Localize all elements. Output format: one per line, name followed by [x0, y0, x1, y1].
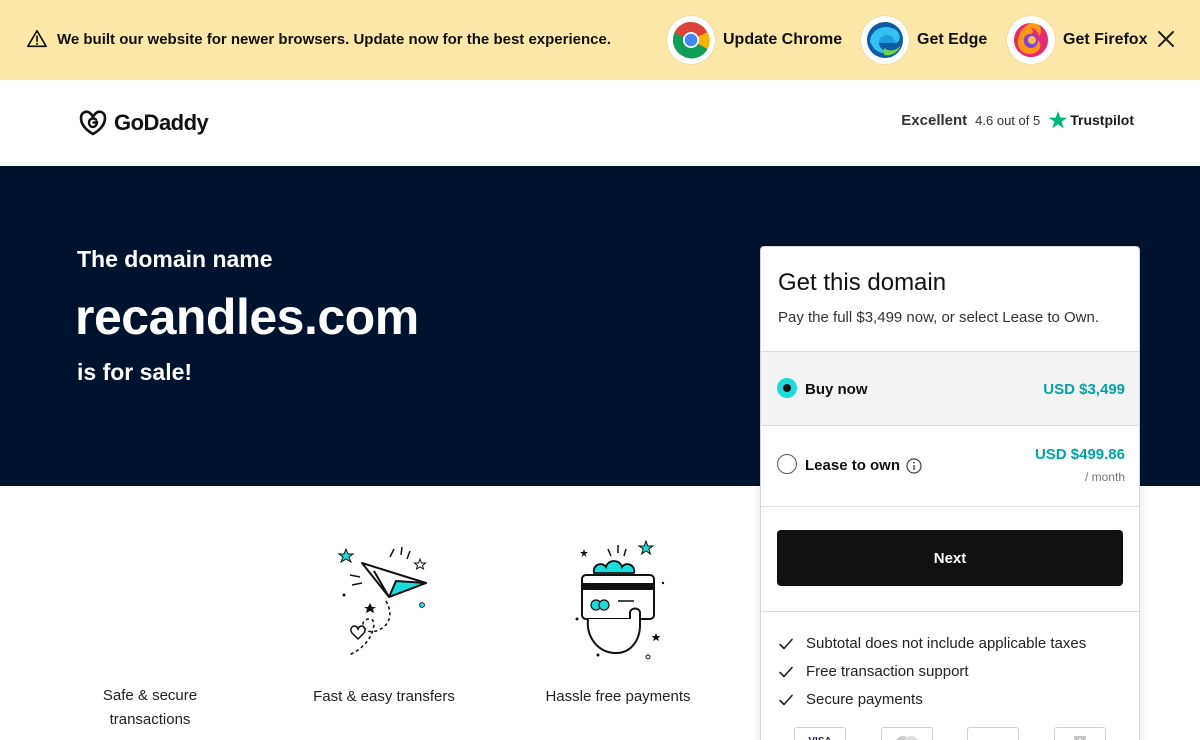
bank-icon [1054, 727, 1106, 740]
divider [761, 506, 1139, 507]
domain-name: recandles.com [75, 289, 419, 345]
lease-to-own-label: Lease to own [805, 457, 922, 474]
firefox-icon [1007, 16, 1055, 64]
feature-fast-transfers: Fast & easy transfers [304, 535, 464, 709]
next-button[interactable]: Next [777, 530, 1123, 586]
feature-label: Safe & secure transactions [102, 687, 198, 728]
update-chrome-link[interactable]: Update Chrome [667, 16, 842, 64]
lease-to-own-text: Lease to own [805, 457, 901, 474]
bullet-text: Secure payments [806, 691, 923, 708]
chrome-icon [667, 16, 715, 64]
bullet-text: Free transaction support [806, 663, 969, 680]
visa-icon: VISA [794, 727, 846, 740]
trustpilot-star-icon [1048, 111, 1068, 129]
check-icon [779, 638, 793, 649]
feature-safe-secure: Safe & secure transactions [75, 540, 225, 732]
godaddy-logo-icon [79, 110, 107, 136]
info-icon[interactable] [906, 458, 922, 474]
mastercard-icon [881, 727, 933, 740]
purchase-card: Get this domain Pay the full $3,499 now,… [760, 246, 1140, 740]
buy-now-label: Buy now [805, 381, 868, 398]
godaddy-logo[interactable]: GoDaddy [78, 108, 209, 138]
lease-price: USD $499.86 [1034, 446, 1125, 463]
divider [761, 611, 1139, 612]
feature-label: Fast & easy transfers [313, 688, 455, 705]
shield-icon [75, 540, 225, 684]
option-lease-to-own[interactable]: Lease to own USD $499.86 / month [761, 425, 1139, 506]
option-buy-now[interactable]: Buy now USD $3,499 [761, 351, 1139, 425]
card-subtitle: Pay the full $3,499 now, or select Lease… [778, 309, 1100, 326]
update-chrome-label: Update Chrome [723, 31, 843, 48]
banner-message: We built our website for newer browsers.… [26, 28, 611, 50]
warning-icon [27, 29, 47, 48]
buy-now-radio[interactable] [777, 378, 797, 398]
buy-now-price: USD $3,499 [1043, 381, 1125, 398]
get-firefox-link[interactable]: Get Firefox [1007, 16, 1147, 64]
hero-kicker: The domain name [77, 246, 273, 272]
bullet-secure: Secure payments [778, 691, 923, 708]
lease-period: / month [1084, 470, 1125, 484]
get-edge-link[interactable]: Get Edge [861, 16, 987, 64]
get-firefox-label: Get Firefox [1063, 31, 1148, 48]
get-edge-label: Get Edge [917, 31, 988, 48]
bullet-text: Subtotal does not include applicable tax… [806, 635, 1087, 652]
check-icon [779, 694, 793, 705]
paper-plane-icon [337, 546, 427, 656]
card-title: Get this domain [778, 269, 947, 296]
lease-to-own-radio[interactable] [777, 454, 797, 474]
card-payment-icon [575, 539, 665, 660]
feature-hassle-free-payments: Hassle free payments [535, 535, 701, 709]
feature-label: Hassle free payments [545, 688, 691, 705]
banner-text: We built our website for newer browsers.… [57, 30, 612, 48]
browser-update-banner: We built our website for newer browsers.… [0, 0, 1200, 80]
trustpilot-rating[interactable]: Excellent 4.6 out of 5 Trustpilot [901, 110, 1134, 130]
edge-icon [861, 16, 909, 64]
amex-icon [967, 727, 1019, 740]
bullet-taxes: Subtotal does not include applicable tax… [778, 635, 1086, 652]
godaddy-wordmark: GoDaddy [114, 110, 209, 135]
hero-for-sale: is for sale! [77, 359, 193, 385]
bullet-support: Free transaction support [778, 663, 969, 680]
trustpilot-name: Trustpilot [1070, 112, 1134, 128]
trust-label: Excellent [901, 111, 968, 129]
close-icon[interactable] [1155, 28, 1177, 50]
check-icon [779, 666, 793, 677]
trust-score: 4.6 out of 5 [975, 112, 1041, 128]
